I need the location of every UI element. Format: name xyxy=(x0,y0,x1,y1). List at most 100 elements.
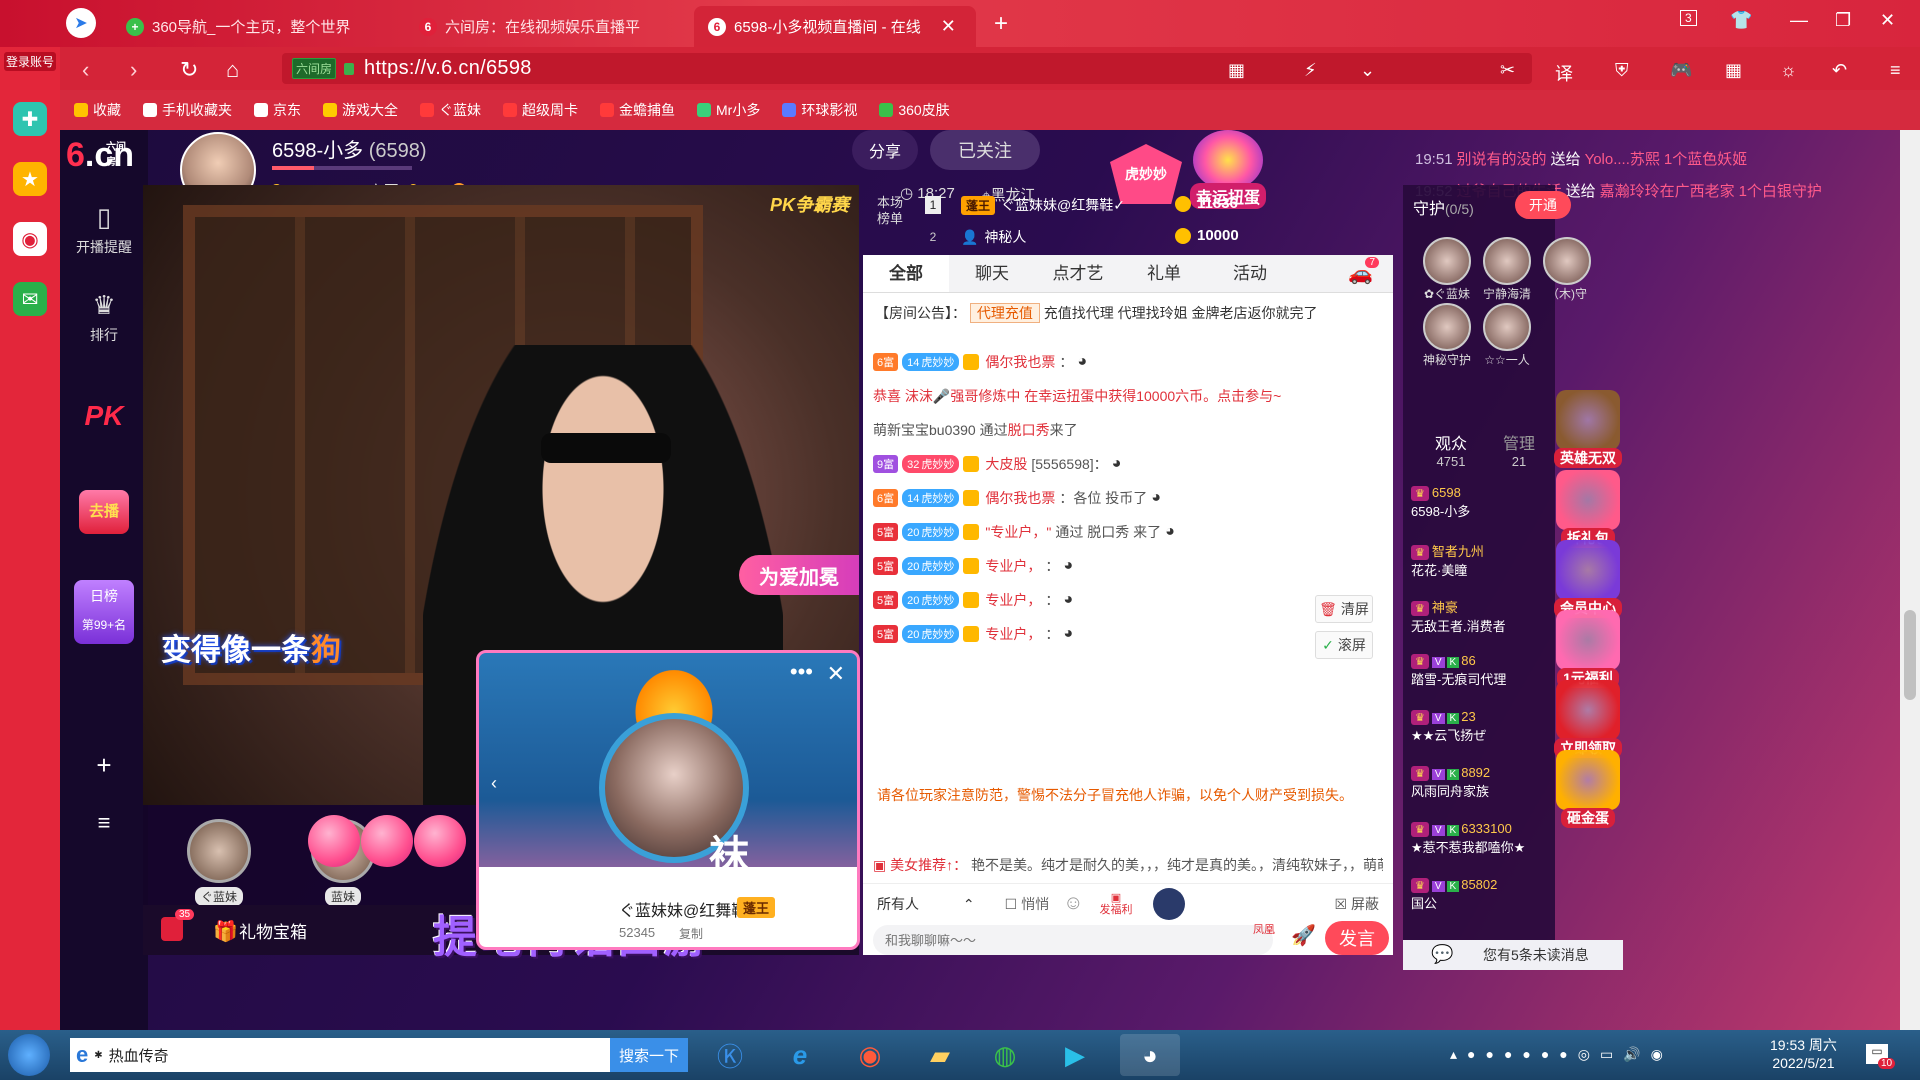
audience-item[interactable]: ♛ V K 85802 国公 xyxy=(1411,877,1551,933)
tab-admins[interactable]: 管理 21 xyxy=(1485,430,1553,469)
agent-recharge-tag[interactable]: 代理充值 xyxy=(969,303,1040,323)
shield-icon[interactable]: ⛨ xyxy=(1615,60,1629,81)
list-icon[interactable]: ≡ xyxy=(60,810,148,836)
tab-360[interactable]: + 360导航_一个主页，整个世界 xyxy=(112,6,397,47)
copy-id-button[interactable]: 复制 xyxy=(679,925,703,942)
more-icon[interactable]: ••• xyxy=(790,659,813,685)
promo-button[interactable]: 砸金蛋 xyxy=(1550,750,1626,828)
audience-item[interactable]: ♛ V K 6333100 ★惹不惹我都嗑你★ xyxy=(1411,821,1551,877)
chevron-left-icon[interactable]: ‹ xyxy=(491,773,497,794)
clear-screen-button[interactable]: 🗑 清屏 xyxy=(1315,595,1373,623)
scissors-icon[interactable]: ✂ xyxy=(1500,60,1515,81)
tab-talent[interactable]: 点才艺 xyxy=(1035,255,1121,292)
plus-circle-icon[interactable]: ✚ xyxy=(13,102,47,136)
nav-ranking[interactable]: ♛ 排行 xyxy=(60,290,148,345)
ie-browser-icon[interactable]: e xyxy=(770,1034,830,1076)
chat-user-name[interactable]: 专业户， xyxy=(985,624,1041,644)
chat-user-name[interactable]: "专业户，" xyxy=(985,522,1051,542)
taskbar-search-button[interactable]: 搜索一下 xyxy=(610,1038,688,1072)
treasure-chest-icon[interactable] xyxy=(161,917,183,941)
promo-button[interactable]: 立即领取 xyxy=(1550,680,1626,758)
phoenix-button[interactable]: 凤凰 xyxy=(1253,921,1275,937)
chat-user-name[interactable]: 偶尔我也票 xyxy=(985,352,1055,372)
pk-contest-badge[interactable]: PK争霸赛 xyxy=(770,191,849,217)
gamepad-icon[interactable]: 🎮 xyxy=(1670,60,1692,81)
translate-icon[interactable]: 译 xyxy=(1555,60,1573,86)
undo-icon[interactable]: ↶ xyxy=(1832,60,1847,81)
chevron-down-icon[interactable]: ⌄ xyxy=(1360,60,1375,81)
ranking-label[interactable]: 本场榜单 xyxy=(877,195,909,227)
k-app-icon[interactable]: Ⓚ xyxy=(700,1034,760,1076)
grid-icon[interactable]: ▦ xyxy=(1725,60,1742,81)
chat-input[interactable] xyxy=(873,925,1273,955)
taskbar-search[interactable]: e ✱ 热血传奇 xyxy=(70,1038,610,1072)
weibo-icon[interactable]: ◉ xyxy=(13,222,47,256)
follow-button[interactable]: 已关注 xyxy=(930,130,1040,170)
reload-icon[interactable]: ↻ xyxy=(180,57,198,83)
tab-activity[interactable]: 活动 xyxy=(1207,255,1293,292)
360-browser-icon[interactable]: ◍ xyxy=(975,1034,1035,1076)
home-icon[interactable]: ⌂ xyxy=(226,57,239,83)
shirt-icon[interactable]: 👕 xyxy=(1730,10,1752,31)
chat-user-name[interactable]: 专业户， xyxy=(985,590,1041,610)
tab-count-badge[interactable]: 3 xyxy=(1680,10,1697,26)
guard-member[interactable]: 宁静海清 xyxy=(1483,237,1531,302)
guard-member[interactable]: ☆☆一人 xyxy=(1483,303,1531,368)
folder-icon[interactable]: ▰ xyxy=(910,1034,970,1076)
rank-row[interactable]: 2 👤 神秘人 xyxy=(925,223,1027,251)
bookmark-item[interactable]: 金蟾捕鱼 xyxy=(600,100,675,120)
chat-user-name[interactable]: 偶尔我也票 xyxy=(985,488,1055,508)
bookmark-item[interactable]: 360皮肤 xyxy=(879,100,950,120)
url-text[interactable]: https://v.6.cn/6598 xyxy=(364,57,532,80)
emoji-icon[interactable]: ☺ xyxy=(1063,892,1083,915)
tab-6598-room[interactable]: 6 6598-小多视频直播间 - 在线 ✕ xyxy=(694,6,976,47)
send-icon[interactable]: ➤ xyxy=(66,8,96,38)
bookmark-item[interactable]: 游戏大全 xyxy=(323,100,398,120)
guard-member[interactable]: （木)守 xyxy=(1543,237,1591,302)
tab-all[interactable]: 全部 xyxy=(863,255,949,292)
tab-6cn-home[interactable]: 6 六间房：在线视频娱乐直播平 xyxy=(405,6,685,47)
nav-start-live[interactable]: 去播 xyxy=(60,490,148,534)
bookmark-item[interactable]: ぐ蓝妹 xyxy=(420,100,481,120)
nav-daily-rank[interactable]: 日榜 第99+名 xyxy=(60,580,148,644)
whisper-checkbox[interactable]: ☐ 悄悄 xyxy=(1005,894,1049,914)
window-close-icon[interactable]: ✕ xyxy=(1880,10,1895,31)
audience-item[interactable]: ♛ 智者九州 花花·美瞳 xyxy=(1411,541,1551,597)
unread-messages-bar[interactable]: 💬 您有5条未读消息 xyxy=(1403,940,1623,970)
recipient-select[interactable]: 所有人 ⌃ xyxy=(877,894,975,914)
rank-row[interactable]: 1 蓬王 ぐ蓝妹妹@红舞鞋✓ xyxy=(925,191,1125,219)
gift-feed-row[interactable]: 19:51 别说有的没的 送给 Yolo....苏熙 1个蓝色妖姬 xyxy=(1415,144,1895,176)
scroll-thumb[interactable] xyxy=(1904,610,1916,700)
system-tray[interactable]: ▴●●●●●●◎▭🔊◉ xyxy=(1450,1046,1673,1063)
chat-user-name[interactable]: 大皮股 xyxy=(985,454,1027,474)
forward-icon[interactable]: › xyxy=(130,57,137,83)
sun-icon[interactable]: ☼ xyxy=(1780,60,1797,81)
close-icon[interactable]: ✕ xyxy=(827,661,845,687)
url-field[interactable]: 六间房 https://v.6.cn/6598 xyxy=(282,53,1532,84)
promo-button[interactable]: 1元福利 xyxy=(1550,610,1626,688)
welfare-button[interactable]: ▣ 发福利 xyxy=(1100,892,1133,916)
audience-item[interactable]: ♛ 6598 6598-小多 xyxy=(1411,485,1551,541)
chrome-icon[interactable]: ◉ xyxy=(840,1034,900,1076)
tab-chat[interactable]: 聊天 xyxy=(949,255,1035,292)
audience-item[interactable]: ♛ V K 23 ★★云飞扬ぜ xyxy=(1411,709,1551,765)
chat-user-name[interactable]: 专业户， xyxy=(985,556,1041,576)
nav-pk[interactable]: PK xyxy=(60,400,148,432)
tab-gift-list[interactable]: 礼单 xyxy=(1121,255,1207,292)
nav-live-reminder[interactable]: ▯ 开播提醒 xyxy=(60,202,148,257)
promo-button[interactable]: 英雄无双 xyxy=(1550,390,1626,468)
tab-audience[interactable]: 观众 4751 xyxy=(1417,430,1485,469)
bookmark-item[interactable]: 环球影视 xyxy=(782,100,857,120)
scroll-screen-button[interactable]: ✓ 滚屏 xyxy=(1315,631,1373,659)
add-icon[interactable]: + xyxy=(60,750,148,781)
minimize-icon[interactable]: — xyxy=(1790,10,1808,31)
restore-icon[interactable]: ❐ xyxy=(1835,10,1851,31)
mail-icon[interactable]: ✉ xyxy=(13,282,47,316)
share-button[interactable]: 分享 xyxy=(852,130,918,170)
bookmark-item[interactable]: 手机收藏夹 xyxy=(143,100,232,120)
bookmark-item[interactable]: Mr小多 xyxy=(697,100,760,120)
audience-item[interactable]: ♛ V K 8892 风雨同舟家族 xyxy=(1411,765,1551,821)
close-tab-icon[interactable]: ✕ xyxy=(941,16,956,37)
audience-item[interactable]: ♛ 神豪 无敌王者.消费者 xyxy=(1411,597,1551,653)
audience-item[interactable]: ♛ V K 86 踏雪-无痕司代理 xyxy=(1411,653,1551,709)
